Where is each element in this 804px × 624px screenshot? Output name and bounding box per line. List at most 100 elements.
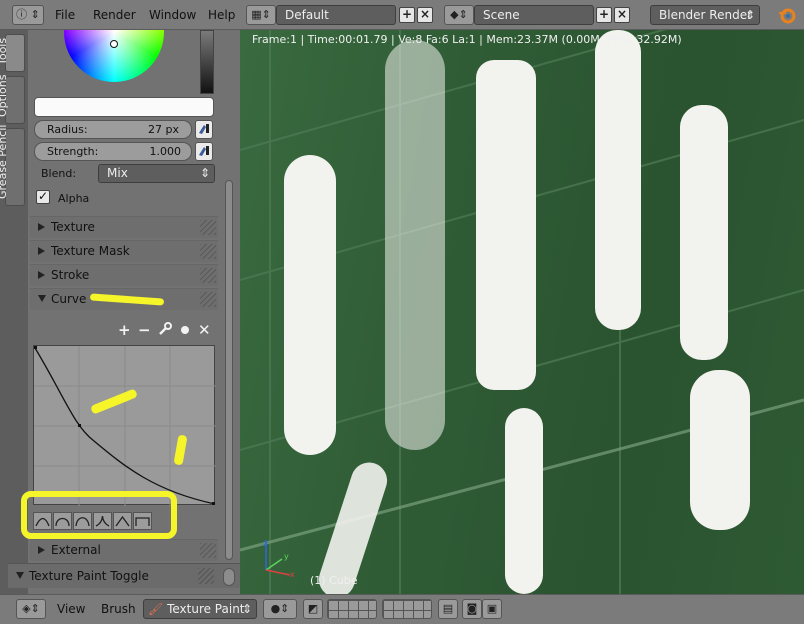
menu-file[interactable]: File: [55, 8, 75, 22]
viewport-shading-button[interactable]: ●⇕: [263, 599, 297, 619]
preset-root-button[interactable]: [73, 512, 92, 530]
3d-viewport[interactable]: Frame:1 | Time:00:01.79 | Ve:8 Fa:6 La:1…: [240, 30, 804, 594]
viewport-info-text: Frame:1 | Time:00:01.79 | Ve:8 Fa:6 La:1…: [252, 33, 682, 46]
layers-grid-2[interactable]: [382, 599, 432, 619]
tab-tools[interactable]: Tools: [0, 34, 25, 72]
radius-field[interactable]: Radius: 27 px: [34, 120, 192, 139]
cube-icon: ◈⇕: [22, 602, 40, 615]
expand-arrow-icon: [38, 271, 45, 279]
scene-menu-button[interactable]: ◆⇕: [444, 5, 474, 25]
section-curve-label: Curve: [51, 292, 87, 306]
render-preview-button[interactable]: ◙: [462, 599, 482, 619]
collapse-arrow-icon: [16, 572, 24, 579]
tab-grease-pencil[interactable]: Grease Pencil: [0, 125, 25, 206]
preset-smooth-button[interactable]: [33, 512, 52, 530]
drag-grip-icon[interactable]: [198, 568, 214, 584]
top-header-bar: ⓘ ⇕ File Render Window Help ▦⇕ Default +…: [0, 0, 804, 30]
texture-paint-toggle-label: Texture Paint Toggle: [29, 569, 149, 583]
strength-label: Strength:: [47, 145, 99, 158]
menu-brush[interactable]: Brush: [101, 602, 136, 616]
axis-gizmo: z y x: [263, 539, 295, 579]
screen-layout-field[interactable]: Default: [276, 5, 396, 25]
camera-icon: ◙: [466, 602, 478, 615]
radius-pressure-icon[interactable]: [195, 120, 213, 139]
remove-screen-layout-button[interactable]: ×: [417, 7, 433, 23]
screen-layout-menu-button[interactable]: ▦⇕: [246, 5, 276, 25]
strength-pressure-icon[interactable]: [195, 142, 213, 161]
strength-field[interactable]: Strength: 1.000: [34, 142, 192, 161]
scrollbar-thumb[interactable]: [223, 568, 235, 586]
preset-max-button[interactable]: [133, 512, 152, 530]
wrench-icon[interactable]: [158, 322, 172, 339]
blend-label: Blend:: [41, 167, 77, 180]
panel-scrollbar[interactable]: [223, 30, 235, 560]
paint-stroke: [284, 155, 336, 455]
scene-icon: ◆⇕: [450, 8, 468, 21]
layout-grid-icon: ▦⇕: [251, 8, 271, 21]
section-stroke[interactable]: Stroke: [30, 264, 218, 286]
color-swatch[interactable]: [34, 97, 214, 117]
pivot-point-button[interactable]: ◩: [303, 599, 323, 619]
blender-logo-icon: [778, 6, 796, 24]
collapse-arrow-icon: [38, 295, 46, 302]
menu-view[interactable]: View: [57, 602, 85, 616]
expand-arrow-icon: [38, 223, 45, 231]
zoom-in-icon[interactable]: +: [118, 321, 131, 339]
dot-icon[interactable]: [181, 326, 189, 334]
dropdown-arrows-icon: ⇕: [744, 8, 755, 22]
preset-round-button[interactable]: [53, 512, 72, 530]
svg-text:z: z: [263, 539, 267, 548]
editor-type-button[interactable]: ◈⇕: [16, 599, 46, 619]
dropdown-arrows-icon: ⇕: [199, 166, 210, 180]
paint-stroke: [476, 60, 536, 390]
preset-sharp-button[interactable]: [93, 512, 112, 530]
color-picker-cursor[interactable]: [110, 40, 118, 48]
tab-options[interactable]: Options: [0, 75, 25, 124]
info-icon: ⓘ ⇕: [16, 8, 40, 21]
layers-grid-1[interactable]: [327, 599, 377, 619]
remove-scene-button[interactable]: ×: [614, 7, 630, 23]
layers-icon: ▤: [442, 602, 454, 615]
expand-arrow-icon: [38, 247, 45, 255]
scrollbar-thumb[interactable]: [225, 180, 233, 560]
section-texture-mask-label: Texture Mask: [51, 244, 130, 258]
render-engine-label: Blender Render: [659, 8, 753, 22]
menu-help[interactable]: Help: [208, 8, 235, 22]
strength-value: 1.000: [149, 145, 182, 158]
menu-window[interactable]: Window: [149, 8, 196, 22]
drag-grip-icon[interactable]: [200, 244, 216, 259]
add-scene-button[interactable]: +: [596, 7, 612, 23]
add-screen-layout-button[interactable]: +: [399, 7, 415, 23]
drag-grip-icon[interactable]: [200, 292, 216, 307]
sphere-shading-icon: ●⇕: [270, 602, 290, 615]
lock-layers-button[interactable]: ▤: [438, 599, 458, 619]
blend-dropdown[interactable]: Mix ⇕: [98, 164, 215, 183]
drag-grip-icon[interactable]: [200, 543, 216, 558]
dropdown-arrows-icon: ⇕: [241, 602, 252, 616]
alpha-checkbox[interactable]: ✓: [36, 190, 50, 204]
menu-render[interactable]: Render: [93, 8, 136, 22]
zoom-out-icon[interactable]: −: [138, 321, 151, 339]
section-texture-label: Texture: [51, 220, 95, 234]
section-texture-paint-toggle[interactable]: Texture Paint Toggle: [8, 563, 240, 588]
value-slider[interactable]: [200, 30, 214, 94]
section-external[interactable]: External: [30, 539, 218, 561]
viewport-object-label: (1) Cube: [310, 574, 358, 587]
scene-field[interactable]: Scene: [474, 5, 594, 25]
editor-type-info-button[interactable]: ⓘ ⇕: [12, 5, 44, 25]
paint-stroke: [595, 30, 641, 330]
render-engine-dropdown[interactable]: Blender Render ⇕: [650, 5, 760, 25]
section-texture-mask[interactable]: Texture Mask: [30, 240, 218, 262]
drag-grip-icon[interactable]: [200, 220, 216, 235]
section-texture[interactable]: Texture: [30, 216, 218, 238]
preset-line-button[interactable]: [113, 512, 132, 530]
paint-stroke: [680, 105, 728, 360]
drag-grip-icon[interactable]: [200, 268, 216, 283]
film-icon: ▣: [486, 602, 498, 615]
brush-icon: 🖌: [148, 602, 164, 616]
mode-dropdown[interactable]: 🖌 Texture Paint ⇕: [143, 599, 257, 619]
x-icon[interactable]: ✕: [198, 321, 211, 339]
curve-editor[interactable]: [33, 345, 216, 506]
render-animation-button[interactable]: ▣: [482, 599, 502, 619]
color-wheel[interactable]: [64, 30, 164, 82]
